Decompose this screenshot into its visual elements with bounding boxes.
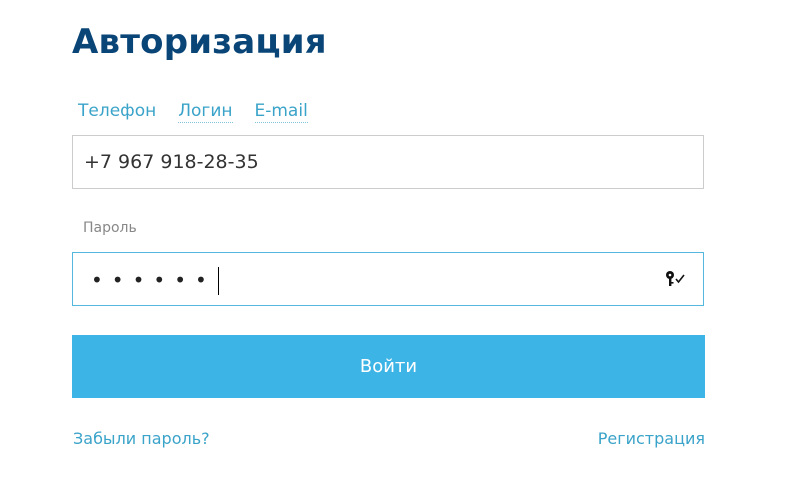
page-title: Авторизация: [72, 22, 327, 62]
phone-input[interactable]: +7 967 918-28-35: [72, 135, 704, 189]
login-method-tabs: Телефон Логин E-mail: [78, 100, 308, 123]
key-check-icon[interactable]: [665, 270, 687, 288]
tab-email[interactable]: E-mail: [254, 100, 308, 123]
tab-phone[interactable]: Телефон: [78, 100, 156, 123]
password-input[interactable]: ••••••: [72, 252, 704, 306]
forgot-password-link[interactable]: Забыли пароль?: [73, 429, 210, 448]
tab-login[interactable]: Логин: [178, 100, 233, 123]
register-link[interactable]: Регистрация: [598, 429, 705, 448]
password-label: Пароль: [83, 220, 137, 236]
password-masked-value: ••••••: [91, 268, 216, 292]
login-button[interactable]: Войти: [72, 335, 705, 398]
phone-input-value: +7 967 918-28-35: [84, 151, 259, 173]
text-caret: [218, 267, 219, 295]
